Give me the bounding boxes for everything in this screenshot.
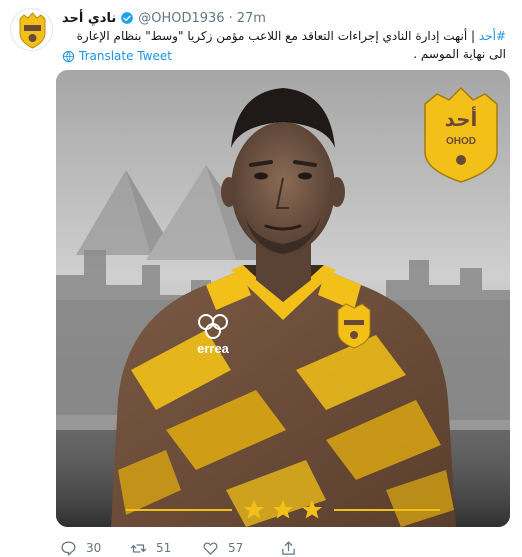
logo-latin-text: OHOD bbox=[446, 136, 476, 147]
jersey-brand-text: errea bbox=[197, 341, 230, 356]
share-icon bbox=[282, 540, 295, 555]
tweet-timestamp[interactable]: 27m bbox=[237, 11, 266, 26]
reply-count: 30 bbox=[86, 541, 102, 555]
chest-crest bbox=[337, 303, 371, 349]
text-separator: | bbox=[467, 29, 479, 43]
display-name[interactable]: نادي أحد bbox=[62, 11, 116, 26]
separator-dot: · bbox=[228, 10, 233, 26]
hashtag-link[interactable]: #أحد bbox=[479, 29, 506, 43]
retweet-count: 51 bbox=[156, 541, 172, 555]
share-button[interactable] bbox=[280, 540, 297, 557]
tweet-actions: 30 51 57 bbox=[60, 538, 297, 557]
reply-icon bbox=[61, 540, 76, 556]
like-button[interactable]: 57 bbox=[202, 540, 280, 557]
translate-tweet-link[interactable]: Translate Tweet bbox=[62, 49, 172, 63]
heart-icon bbox=[203, 541, 218, 555]
logo-arabic-text: أحد bbox=[445, 105, 478, 131]
retweet-icon bbox=[130, 543, 147, 553]
verified-badge-icon bbox=[121, 12, 134, 24]
ohod-club-logo: أحد OHOD bbox=[424, 86, 498, 183]
globe-icon bbox=[62, 50, 75, 62]
user-handle[interactable]: @OHOD1936 bbox=[138, 11, 224, 26]
like-count: 57 bbox=[228, 541, 244, 555]
tweet-card: نادي أحد @OHOD1936 · 27m #أحد | أنهت إدا… bbox=[0, 0, 522, 557]
translate-label: Translate Tweet bbox=[79, 49, 172, 63]
club-crest-icon bbox=[19, 12, 46, 49]
reply-button[interactable]: 30 bbox=[60, 540, 130, 557]
retweet-button[interactable]: 51 bbox=[130, 540, 202, 557]
avatar[interactable] bbox=[10, 8, 53, 51]
tweet-header: نادي أحد @OHOD1936 · 27m bbox=[62, 9, 266, 27]
player-announcement-graphic: errea أحد OHOD bbox=[56, 70, 510, 527]
tweet-media-image[interactable]: errea أحد OHOD bbox=[56, 70, 510, 527]
